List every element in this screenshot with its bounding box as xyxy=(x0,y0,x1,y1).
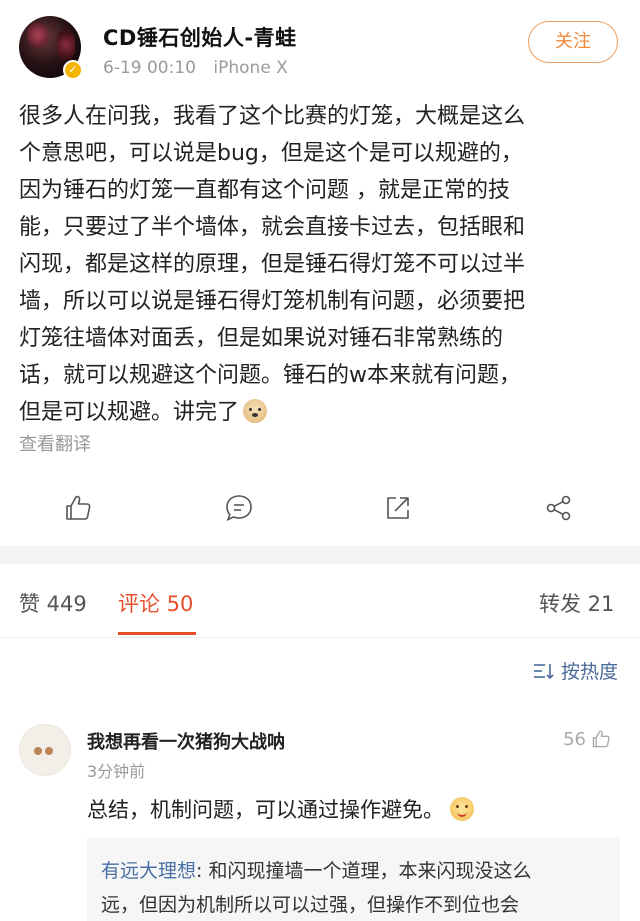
section-divider xyxy=(0,546,640,564)
post-line: 因为锤石的灯笼一直都有这个问题 ，就是正常的技 xyxy=(19,178,510,203)
tab-comments[interactable]: 评论 50 xyxy=(118,588,193,618)
action-bar xyxy=(0,484,640,536)
verified-badge-icon: ✓ xyxy=(63,60,83,80)
post-line: 话，就可以规避这个问题。锤石的w本来就有问题， xyxy=(19,363,521,388)
post-line: 很多人在问我，我看了这个比赛的灯笼，大概是这么 xyxy=(19,104,526,129)
follow-button[interactable]: 关注 xyxy=(528,21,618,63)
thumbs-up-icon xyxy=(592,730,610,748)
post-last-line: 但是可以规避。讲完了 xyxy=(19,394,623,431)
comment-like-button[interactable]: 56 xyxy=(563,728,612,750)
tab-likes[interactable]: 赞 449 xyxy=(19,588,87,618)
post-line: 但是可以规避。讲完了 xyxy=(19,400,240,425)
post-meta: 6-19 00:10 iPhone X xyxy=(103,58,288,78)
commenter-avatar[interactable] xyxy=(19,724,71,776)
share-icon[interactable] xyxy=(543,492,575,524)
post-line: 闪现，都是这样的原理，但是锤石得灯笼不可以过半 xyxy=(19,252,526,277)
comment-reply-preview[interactable]: 有远大理想: 和闪现撞墙一个道理，本来闪现没这么 远，但因为机制所以可以过强，但… xyxy=(87,838,620,921)
post-body: 很多人在问我，我看了这个比赛的灯笼，大概是这么 个意思吧，可以说是bug，但是这… xyxy=(19,98,623,431)
reply-line: 远，但因为机制所以可以过强，但操作不到位也会 xyxy=(101,894,520,916)
comment-text: 总结，机制问题，可以通过操作避免。 xyxy=(87,794,474,824)
author-name[interactable]: CD锤石创始人-青蛙 xyxy=(103,22,297,52)
sort-label: 按热度 xyxy=(560,661,618,683)
post-line: 灯笼往墙体对面丢，但是如果说对锤石非常熟练的 xyxy=(19,326,504,351)
repost-icon[interactable] xyxy=(382,492,414,524)
reply-line: 有远大理想: 和闪现撞墙一个道理，本来闪现没这么 xyxy=(101,854,606,888)
comment-time: 3分钟前 xyxy=(87,762,146,781)
post-header: ✓ CD锤石创始人-青蛙 6-19 00:10 iPhone X 关注 xyxy=(0,0,640,88)
comment-like-count: 56 xyxy=(563,728,586,750)
post-line: 墙，所以可以说是锤石得灯笼机制有问题，必须要把 xyxy=(19,289,526,314)
sort-toggle[interactable]: 按热度 xyxy=(533,657,618,684)
post-device: iPhone X xyxy=(213,58,288,78)
sort-icon xyxy=(533,663,554,679)
smile-emoji-icon xyxy=(450,797,474,821)
interaction-tabs: 赞 449 评论 50 转发 21 xyxy=(0,580,640,638)
tab-reposts[interactable]: 转发 21 xyxy=(539,588,614,618)
active-tab-indicator xyxy=(118,632,196,635)
reply-author[interactable]: 有远大理想 xyxy=(101,860,196,882)
like-icon[interactable] xyxy=(62,492,94,524)
comment-author[interactable]: 我想再看一次猪狗大战呐 xyxy=(87,728,285,754)
comment-text-content: 总结，机制问题，可以通过操作避免。 xyxy=(87,798,444,822)
translate-link[interactable]: 查看翻译 xyxy=(19,430,91,456)
post-line: 个意思吧，可以说是bug，但是这个是可以规避的， xyxy=(19,141,523,166)
comment-icon[interactable] xyxy=(223,492,255,524)
doge-emoji-icon xyxy=(243,399,268,423)
reply-text: : 和闪现撞墙一个道理，本来闪现没这么 xyxy=(196,860,532,882)
post-line: 能，只要过了半个墙体，就会直接卡过去，包括眼和 xyxy=(19,215,526,240)
post-time: 6-19 00:10 xyxy=(103,58,196,78)
